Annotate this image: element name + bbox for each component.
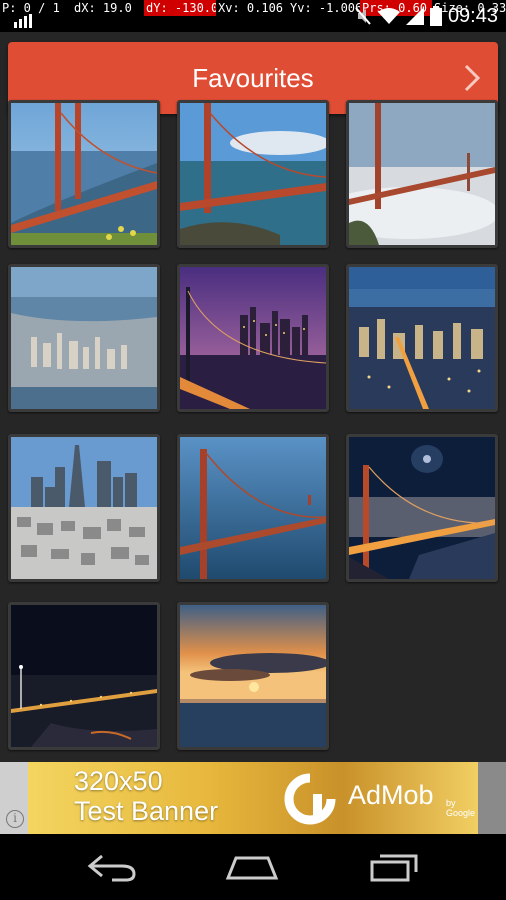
- ad-by-google: by Google: [446, 798, 476, 818]
- wifi-icon: [377, 8, 400, 24]
- status-bar: P: 0 / 1 dX: 19.0 dY: -130.0 Xv: 0.106 Y…: [0, 0, 506, 32]
- golden-gate-image: [180, 103, 326, 245]
- city-night-image: [349, 267, 495, 409]
- gallery-thumb-city-skyline[interactable]: [8, 434, 160, 582]
- gallery-thumb-bridge-lights[interactable]: [8, 602, 160, 750]
- screen: P: 0 / 1 dX: 19.0 dY: -130.0 Xv: 0.106 Y…: [0, 0, 506, 900]
- debug-yv: Yv: -1.006: [290, 1, 360, 15]
- chevron-right-icon[interactable]: [460, 64, 484, 92]
- recents-icon[interactable]: [364, 850, 424, 884]
- golden-gate-image: [349, 103, 495, 245]
- gallery-thumb-bridge-dusk[interactable]: [177, 264, 329, 412]
- page-title: Favourites: [192, 62, 314, 93]
- ad-line-1: 320x50: [74, 766, 163, 796]
- gallery-thumb-golden-gate-haze[interactable]: [177, 434, 329, 582]
- ad-banner[interactable]: 320x50 Test Banner AdMob by Google: [0, 762, 506, 834]
- gallery-thumb-city-night[interactable]: [346, 264, 498, 412]
- gallery-thumb-golden-gate-moon[interactable]: [346, 434, 498, 582]
- golden-gate-image: [11, 103, 157, 245]
- golden-gate-image: [349, 437, 495, 579]
- gallery-thumb-ocean-sunset[interactable]: [177, 602, 329, 750]
- gallery-thumb-golden-gate-1[interactable]: [8, 100, 160, 248]
- mute-icon: [355, 7, 371, 25]
- signal-bars-icon: [14, 14, 32, 28]
- status-icons: 09:43: [354, 0, 498, 32]
- status-clock: 09:43: [447, 4, 498, 27]
- gallery-thumb-golden-gate-2[interactable]: [177, 100, 329, 248]
- city-skyline-image: [11, 437, 157, 579]
- ad-test-text: 320x50 Test Banner: [74, 766, 218, 826]
- ocean-sunset-image: [180, 605, 326, 747]
- battery-icon: [429, 6, 442, 26]
- bridge-night-lights-image: [11, 605, 157, 747]
- ad-info-icon[interactable]: i: [6, 810, 24, 828]
- ad-line-2: Test Banner: [74, 796, 219, 826]
- ad-brand: AdMob: [348, 780, 434, 810]
- ad-content[interactable]: 320x50 Test Banner AdMob by Google: [28, 762, 478, 834]
- nav-bar: [0, 834, 506, 900]
- debug-dx: dX: 19.0: [74, 1, 132, 15]
- gallery-thumb-city-aerial[interactable]: [8, 264, 160, 412]
- debug-xv: Xv: 0.106: [218, 1, 284, 15]
- back-icon[interactable]: [82, 850, 142, 884]
- debug-pointer: P: 0 / 1: [2, 1, 60, 15]
- debug-dy: dY: -130.0: [144, 0, 216, 16]
- admob-logo-icon: [284, 773, 336, 825]
- gallery-thumb-golden-gate-fog[interactable]: [346, 100, 498, 248]
- home-icon[interactable]: [222, 850, 282, 884]
- ad-right-edge: [478, 762, 506, 834]
- bay-bridge-night-image: [180, 267, 326, 409]
- golden-gate-image: [180, 437, 326, 579]
- city-aerial-image: [11, 267, 157, 409]
- cell-signal-icon: [405, 7, 424, 25]
